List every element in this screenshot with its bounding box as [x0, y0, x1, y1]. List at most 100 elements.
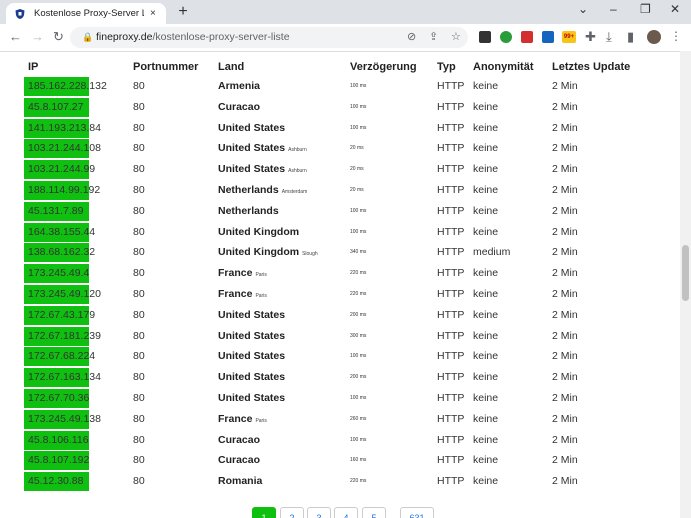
ip-cell[interactable]: 173.245.49.120	[24, 285, 101, 304]
table-row: 172.67.181.239 80 United States 300 ms HTTP k…	[0, 326, 680, 348]
table-row: 172.67.70.36 80 United States 100 ms HTTP kei…	[0, 389, 680, 410]
ip-cell[interactable]: 45.8.107.27	[24, 97, 89, 117]
country-text: United States	[218, 371, 286, 384]
avatar[interactable]	[647, 30, 661, 44]
type-cell: HTTP	[437, 100, 465, 113]
country-text: France	[218, 267, 253, 280]
table-row: 45.8.107.27 80 Curacao 100 ms HTTP keine 2 Min	[0, 97, 680, 119]
last-update-cell: 2 Min	[552, 433, 578, 446]
tab-search-icon[interactable]: ⌄	[578, 2, 588, 16]
ip-cell[interactable]: 141.193.213.84	[24, 118, 101, 138]
sidepanel-icon[interactable]: ▮	[627, 29, 634, 45]
ip-cell[interactable]: 103.21.244.108	[24, 139, 101, 159]
last-update-cell: 2 Min	[552, 392, 578, 404]
anonymity-cell: keine	[473, 225, 499, 238]
port-cell: 80	[133, 100, 145, 113]
table-row: 172.67.43.179 80 United States 200 ms HTTP ke…	[0, 305, 680, 327]
anonymity-cell: keine	[473, 350, 499, 363]
ip-text: 138.68.162.32	[28, 246, 96, 259]
download-icon[interactable]: ⤓	[606, 29, 612, 45]
maximize-button[interactable]: ❐	[640, 2, 651, 16]
tab-title: Kostenlose Proxy-Server Liste: M	[34, 8, 144, 19]
eye-off-icon[interactable]: ⊘	[407, 30, 416, 43]
city-text: Amsterdam	[281, 189, 308, 195]
ip-cell[interactable]: 138.68.162.32	[24, 243, 96, 263]
anonymity-cell: keine	[473, 142, 499, 155]
bookmark-star-icon[interactable]: ☆	[451, 30, 461, 43]
type-cell: HTTP	[437, 225, 465, 238]
country-cell: United States Ashburn	[218, 139, 307, 160]
page-scrollbar[interactable]	[680, 51, 691, 518]
red-extension-icon[interactable]	[521, 31, 533, 43]
minimize-button[interactable]: –	[610, 2, 617, 16]
ip-cell[interactable]: 172.67.70.36	[24, 389, 89, 408]
menu-kebab-icon[interactable]: ⋮	[670, 29, 682, 43]
ip-cell[interactable]: 172.67.163.134	[24, 368, 101, 388]
ip-text: 172.67.70.36	[28, 392, 90, 404]
pagination-page-1[interactable]: 1	[252, 507, 276, 518]
ip-cell[interactable]: 173.245.49.138	[24, 409, 101, 429]
ip-cell[interactable]: 45.12.30.88	[24, 472, 89, 492]
country-cell: United States	[218, 347, 288, 368]
country-text: Netherlands	[218, 204, 279, 217]
delay-cell: 100 ms	[350, 124, 367, 131]
ip-cell[interactable]: 172.67.68.224	[24, 347, 96, 367]
country-text: Curacao	[218, 454, 261, 467]
tab-active[interactable]: Kostenlose Proxy-Server Liste: M ×	[6, 3, 166, 24]
tab-close-icon[interactable]: ×	[150, 8, 156, 19]
close-window-button[interactable]: ✕	[670, 2, 680, 16]
country-cell: United States Ashburn	[218, 160, 307, 181]
scrollbar-thumb[interactable]	[682, 245, 689, 301]
browser-toolbar: ← → ↻ 🔒 fineproxy.de/kostenlose-proxy-se…	[0, 24, 691, 52]
header-port: Portnummer	[133, 61, 199, 73]
blue-extension-icon[interactable]	[542, 31, 554, 43]
country-text: France	[218, 288, 253, 300]
ip-cell[interactable]: 185.162.228.132	[24, 77, 107, 96]
table-row: 164.38.155.44 80 United Kingdom 100 ms HTTP k…	[0, 222, 680, 244]
pagination-page-3[interactable]: 3	[307, 507, 331, 518]
pagination-page-4[interactable]: 4	[334, 507, 358, 518]
pagination-page-2[interactable]: 2	[280, 507, 304, 518]
ip-cell[interactable]: 45.8.107.192	[24, 451, 89, 471]
delay-cell: 20 ms	[350, 145, 364, 152]
country-text: United States	[218, 308, 286, 321]
extension-icon[interactable]	[479, 31, 491, 43]
type-cell: HTTP	[437, 184, 465, 196]
new-tab-button[interactable]: +	[174, 3, 192, 21]
ip-text: 45.8.106.116	[28, 433, 89, 446]
ip-cell[interactable]: 172.67.181.239	[24, 326, 101, 346]
city-text: Slough	[302, 251, 318, 258]
ip-cell[interactable]: 45.8.106.116	[24, 430, 89, 450]
ip-text: 172.67.68.224	[28, 350, 96, 363]
pagination-page-5[interactable]: 5	[362, 507, 386, 518]
ip-cell[interactable]: 173.245.49.4	[24, 264, 89, 284]
table-row: 172.67.163.134 80 United States 200 ms HTTP k…	[0, 368, 680, 389]
pagination-page-6[interactable]: 631	[400, 507, 434, 518]
header-ip: IP	[28, 61, 39, 73]
back-icon[interactable]: ←	[9, 29, 22, 44]
ip-cell[interactable]: 188.114.99.192	[24, 181, 100, 200]
drive-extension-icon[interactable]	[500, 31, 512, 43]
forward-icon[interactable]: →	[31, 29, 44, 44]
ip-cell[interactable]: 45.131.7.89	[24, 201, 89, 221]
anonymity-cell: keine	[473, 288, 499, 300]
puzzle-icon[interactable]: ✚	[585, 29, 596, 45]
type-cell: HTTP	[437, 288, 465, 300]
badge-extension-icon[interactable]: 99+	[562, 31, 576, 43]
header-type: Typ	[437, 61, 456, 73]
ip-cell[interactable]: 172.67.43.179	[24, 305, 95, 325]
last-update-cell: 2 Min	[552, 267, 578, 280]
url-path: /kostenlose-proxy-server-liste	[152, 31, 290, 43]
port-cell: 80	[133, 80, 145, 92]
ip-text: 173.245.49.138	[28, 412, 101, 425]
type-cell: HTTP	[437, 454, 465, 467]
country-text: United States	[218, 392, 286, 404]
ip-text: 103.21.244.99	[28, 163, 96, 176]
ip-cell[interactable]: 103.21.244.99	[24, 160, 96, 180]
ip-cell[interactable]: 164.38.155.44	[24, 222, 95, 242]
share-icon[interactable]: ⇪	[429, 30, 438, 43]
address-bar[interactable]: 🔒 fineproxy.de/kostenlose-proxy-server-l…	[70, 27, 468, 48]
reload-icon[interactable]: ↻	[53, 29, 64, 45]
anonymity-cell: keine	[473, 163, 499, 176]
anonymity-cell: keine	[473, 392, 499, 404]
